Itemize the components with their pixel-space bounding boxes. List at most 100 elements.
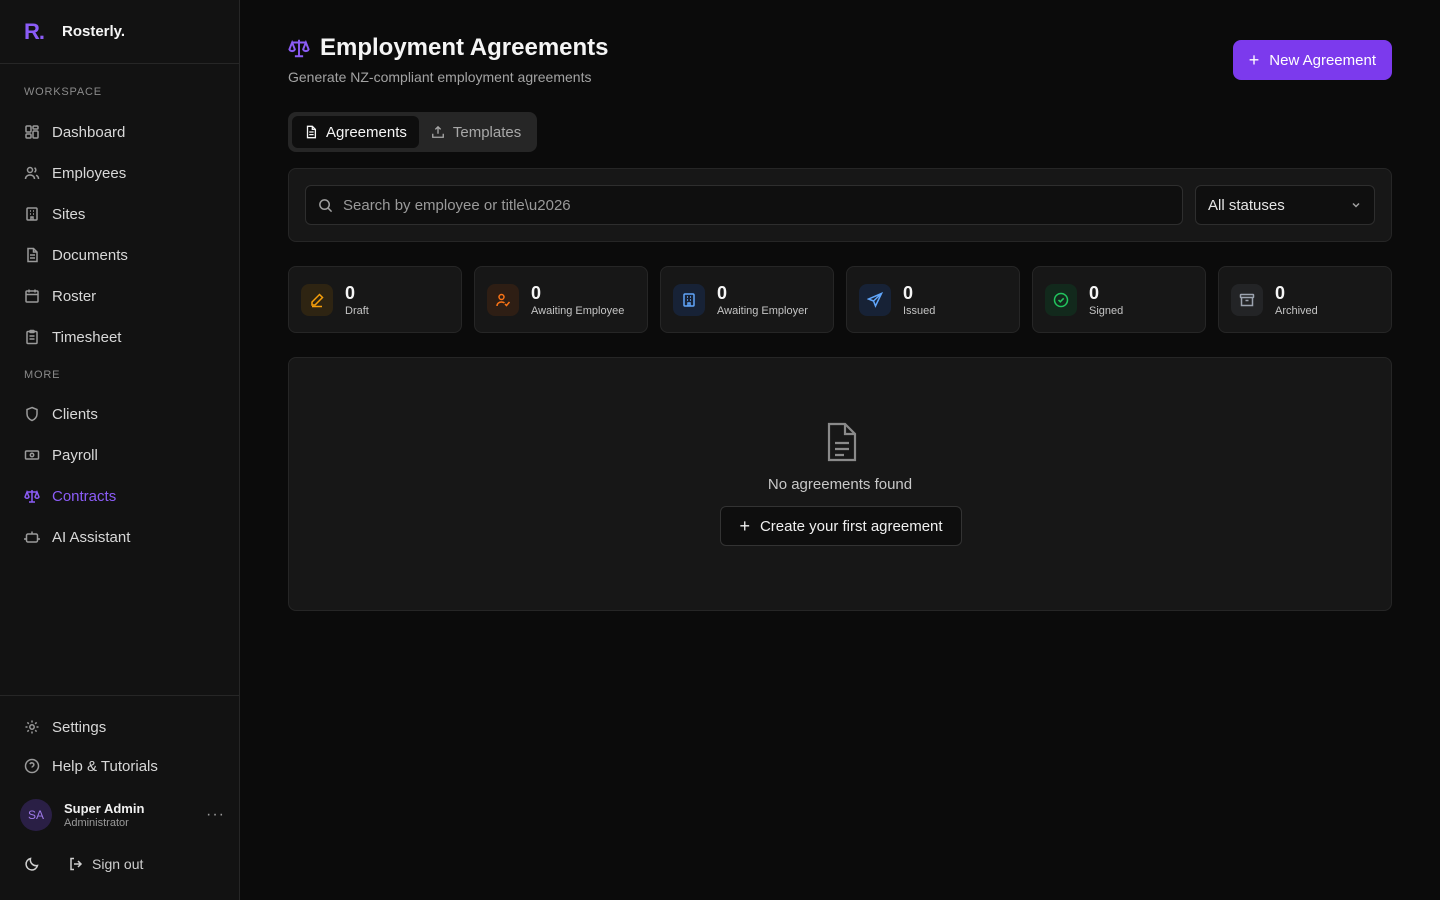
new-agreement-button[interactable]: + New Agreement	[1232, 40, 1392, 80]
sidebar-item-contracts[interactable]: Contracts	[12, 479, 228, 513]
document-icon	[827, 422, 857, 462]
sidebar-item-label: AI Assistant	[52, 528, 131, 546]
search-input[interactable]	[343, 196, 1163, 214]
search-box[interactable]	[305, 185, 1183, 225]
filter-panel: All statuses	[288, 168, 1392, 242]
sidebar-item-label: Dashboard	[52, 123, 126, 141]
user-profile[interactable]: SA Super Admin Administrator ···	[20, 799, 225, 831]
more-options-icon[interactable]: ···	[206, 806, 225, 824]
create-first-agreement-label: Create your first agreement	[759, 517, 943, 535]
document-icon	[306, 125, 317, 139]
stat-value: 0	[345, 282, 356, 303]
tab-templates[interactable]: Templates	[419, 116, 533, 148]
help-circle-icon	[24, 758, 40, 774]
stat-card-signed[interactable]: 0 Signed	[1032, 266, 1206, 333]
sidebar-item-label: Documents	[52, 246, 128, 264]
tab-agreements[interactable]: Agreements	[292, 116, 419, 148]
status-select-value: All statuses	[1208, 196, 1285, 214]
brand[interactable]: R. Rosterly.	[0, 0, 239, 64]
search-icon	[319, 198, 333, 212]
sidebar-item-ai-assistant[interactable]: AI Assistant	[12, 520, 228, 554]
page-subtitle: Generate NZ-compliant employment agreeme…	[288, 69, 592, 85]
new-agreement-label: New Agreement	[1269, 51, 1376, 69]
brand-name: Rosterly.	[62, 23, 126, 40]
sidebar-item-clients[interactable]: Clients	[12, 397, 228, 431]
stat-value: 0	[717, 282, 728, 303]
stat-label: Issued	[903, 304, 936, 317]
stat-label: Archived	[1275, 304, 1318, 317]
tab-list: Agreements Templates	[288, 112, 538, 152]
sidebar-item-label: Help & Tutorials	[52, 757, 158, 775]
section-label-workspace: WORKSPACE	[24, 86, 102, 98]
stat-card-awaiting-employee[interactable]: 0 Awaiting Employee	[474, 266, 648, 333]
sidebar-item-label: Clients	[52, 405, 98, 423]
sidebar-item-label: Sites	[52, 205, 86, 223]
sidebar-item-label: Contracts	[52, 487, 117, 505]
sidebar: R. Rosterly. WORKSPACE Dashboard Employe…	[0, 0, 240, 900]
sidebar-item-roster[interactable]: Roster	[12, 279, 228, 313]
check-circle-icon	[1045, 283, 1077, 316]
sidebar-item-label: Timesheet	[52, 328, 122, 346]
tab-label: Templates	[452, 123, 522, 141]
plus-icon: +	[739, 516, 750, 536]
sidebar-item-label: Settings	[52, 718, 107, 736]
section-label-more: MORE	[24, 369, 61, 381]
stat-label: Awaiting Employer	[717, 304, 808, 317]
logout-icon	[70, 857, 83, 871]
user-check-icon	[487, 283, 519, 316]
building-icon	[673, 283, 705, 316]
plus-icon: +	[1248, 50, 1260, 70]
clipboard-icon	[26, 329, 38, 345]
stat-card-awaiting-employer[interactable]: 0 Awaiting Employer	[660, 266, 834, 333]
stat-value: 0	[1089, 282, 1100, 303]
stat-value: 0	[531, 282, 542, 303]
create-first-agreement-button[interactable]: + Create your first agreement	[720, 506, 962, 546]
pencil-icon	[301, 283, 333, 316]
upload-icon	[431, 125, 444, 138]
status-select[interactable]: All statuses	[1195, 185, 1375, 225]
brand-logo: R.	[24, 18, 45, 44]
sidebar-item-employees[interactable]: Employees	[12, 156, 228, 190]
sidebar-item-label: Employees	[52, 164, 127, 182]
tab-label: Agreements	[326, 123, 407, 141]
moon-icon[interactable]	[24, 856, 40, 872]
sidebar-item-timesheet[interactable]: Timesheet	[12, 320, 228, 354]
calendar-icon	[25, 289, 39, 303]
scale-icon	[288, 39, 310, 58]
avatar: SA	[20, 799, 52, 831]
sidebar-item-dashboard[interactable]: Dashboard	[12, 115, 228, 149]
user-role: Administrator	[64, 817, 129, 829]
stat-value: 0	[903, 282, 914, 303]
agreements-empty-state: No agreements found + Create your first …	[288, 357, 1392, 611]
banknote-icon	[24, 450, 40, 460]
user-name: Super Admin	[64, 801, 145, 816]
stat-label: Signed	[1089, 304, 1124, 317]
sidebar-item-sites[interactable]: Sites	[12, 197, 228, 231]
stat-label: Draft	[345, 304, 369, 317]
page-title: Employment Agreements	[320, 34, 609, 61]
scale-icon	[24, 489, 40, 503]
stat-value: 0	[1275, 282, 1286, 303]
sidebar-item-label: Roster	[52, 287, 97, 305]
sidebar-item-documents[interactable]: Documents	[12, 238, 228, 272]
document-icon	[27, 247, 38, 263]
shield-icon	[26, 406, 38, 422]
stat-card-issued[interactable]: 0 Issued	[846, 266, 1020, 333]
gear-icon	[25, 720, 39, 734]
sidebar-item-payroll[interactable]: Payroll	[12, 438, 228, 472]
empty-state-message: No agreements found	[767, 476, 913, 493]
bot-icon	[24, 531, 40, 543]
users-icon	[24, 166, 40, 180]
chevron-down-icon	[1352, 202, 1360, 208]
send-icon	[859, 283, 891, 316]
stat-card-archived[interactable]: 0 Archived	[1218, 266, 1392, 333]
sign-out-button[interactable]: Sign out	[68, 856, 143, 872]
sidebar-item-help[interactable]: Help & Tutorials	[12, 749, 228, 783]
archive-icon	[1231, 283, 1263, 316]
sidebar-item-settings[interactable]: Settings	[12, 710, 228, 744]
sign-out-label: Sign out	[92, 856, 144, 872]
sidebar-item-label: Payroll	[52, 446, 98, 464]
stat-card-draft[interactable]: 0 Draft	[288, 266, 462, 333]
stat-label: Awaiting Employee	[531, 304, 625, 317]
status-stats: 0 Draft 0 Awaiting Employee 0 Awaiting E…	[288, 266, 1392, 333]
